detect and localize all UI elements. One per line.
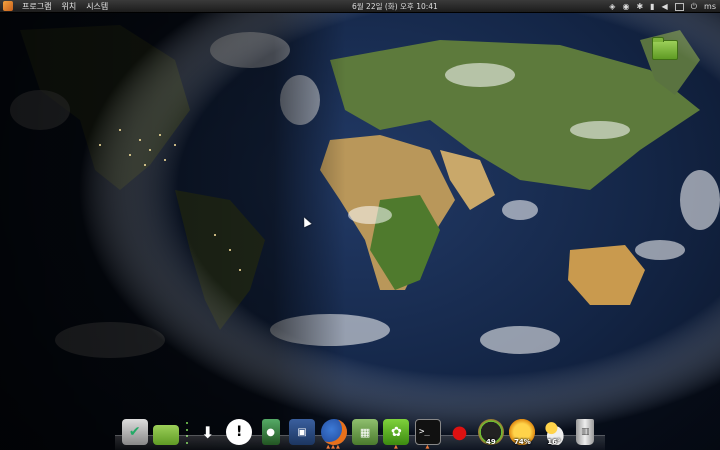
main-menu: 프로그램 위치 시스템 <box>0 0 113 13</box>
butterfly-icon[interactable]: ✱ <box>636 0 643 13</box>
power-icon[interactable]: ⏻ <box>691 0 697 13</box>
dock-item-floppy[interactable]: ▣ <box>288 418 316 446</box>
cloud-value: 16° <box>547 438 561 446</box>
dock-item-trash[interactable]: ▥ <box>572 418 599 446</box>
dock-item-cherry[interactable]: ● <box>446 418 473 446</box>
dock-item-cloud[interactable]: 16° <box>540 418 567 446</box>
dock-separator <box>185 422 188 444</box>
sun-value: 74% <box>513 438 531 446</box>
wifi-icon[interactable]: ◉ <box>622 0 629 13</box>
dock-item-firefox[interactable]: ▲▲▲ <box>320 418 347 450</box>
ubuntu-software-icon: ✿ <box>383 419 410 445</box>
dock-item-folder[interactable] <box>152 418 180 446</box>
cherry-icon: ● <box>451 421 468 443</box>
running-indicator: ▲▲▲ <box>326 444 341 450</box>
volume-icon[interactable]: ◀ <box>662 0 668 13</box>
ipod-icon: ● <box>261 419 280 445</box>
menu-applications[interactable]: 프로그램 <box>17 0 56 13</box>
calculator-icon: ▦ <box>352 419 379 445</box>
dock-item-gauge[interactable]: 49 <box>477 418 504 446</box>
dock-item-software[interactable]: ✿ ▲ <box>383 418 410 450</box>
dropbox-icon[interactable]: ◈ <box>609 0 615 13</box>
dock-item-download[interactable]: ⬇ <box>194 418 221 446</box>
signal-icon[interactable]: ▮ <box>650 0 654 13</box>
trash-icon: ▥ <box>576 419 595 445</box>
system-tray: ◈ ◉ ✱ ▮ ◀ ⏻ ms <box>609 0 716 13</box>
desktop-wallpaper <box>0 0 720 450</box>
user-name[interactable]: ms <box>704 0 716 13</box>
folder-icon <box>153 425 180 445</box>
dock-item-ipod[interactable]: ● <box>257 418 284 446</box>
clock[interactable]: 6월 22일 (화) 오후 10:41 <box>352 0 438 13</box>
desktop-folder[interactable] <box>648 37 682 62</box>
dock-item-chat[interactable]: ! <box>225 418 253 446</box>
dock-item-files[interactable]: ✔ <box>121 418 148 446</box>
mail-icon[interactable] <box>674 2 684 11</box>
floppy-icon: ▣ <box>289 419 316 445</box>
folder-icon <box>652 37 678 60</box>
running-indicator: ▲ <box>425 444 431 450</box>
dock-item-sun[interactable]: 74% <box>509 418 536 446</box>
dock-item-calculator[interactable]: ▦ <box>351 418 379 446</box>
chat-bubble-icon: ! <box>226 419 253 445</box>
firefox-icon <box>320 419 347 445</box>
menu-system[interactable]: 시스템 <box>81 0 113 13</box>
gauge-value: 49 <box>486 438 496 446</box>
download-icon: ⬇ <box>200 422 215 442</box>
terminal-icon: >_ <box>414 419 441 445</box>
dock-item-terminal[interactable]: >_ ▲ <box>414 418 441 450</box>
dock: ✔ ⬇ ! ● ▣ ▲▲▲ ▦ ✿ ▲ >_ ▲ ● 49 74% 16° ▥ <box>115 412 605 450</box>
running-indicator: ▲ <box>394 444 399 450</box>
menu-places[interactable]: 위치 <box>56 0 81 13</box>
ubuntu-logo-icon <box>3 1 13 11</box>
world-map-image <box>0 0 720 450</box>
files-app-icon: ✔ <box>121 419 148 445</box>
top-panel: 프로그램 위치 시스템 6월 22일 (화) 오후 10:41 ◈ ◉ ✱ ▮ … <box>0 0 720 13</box>
